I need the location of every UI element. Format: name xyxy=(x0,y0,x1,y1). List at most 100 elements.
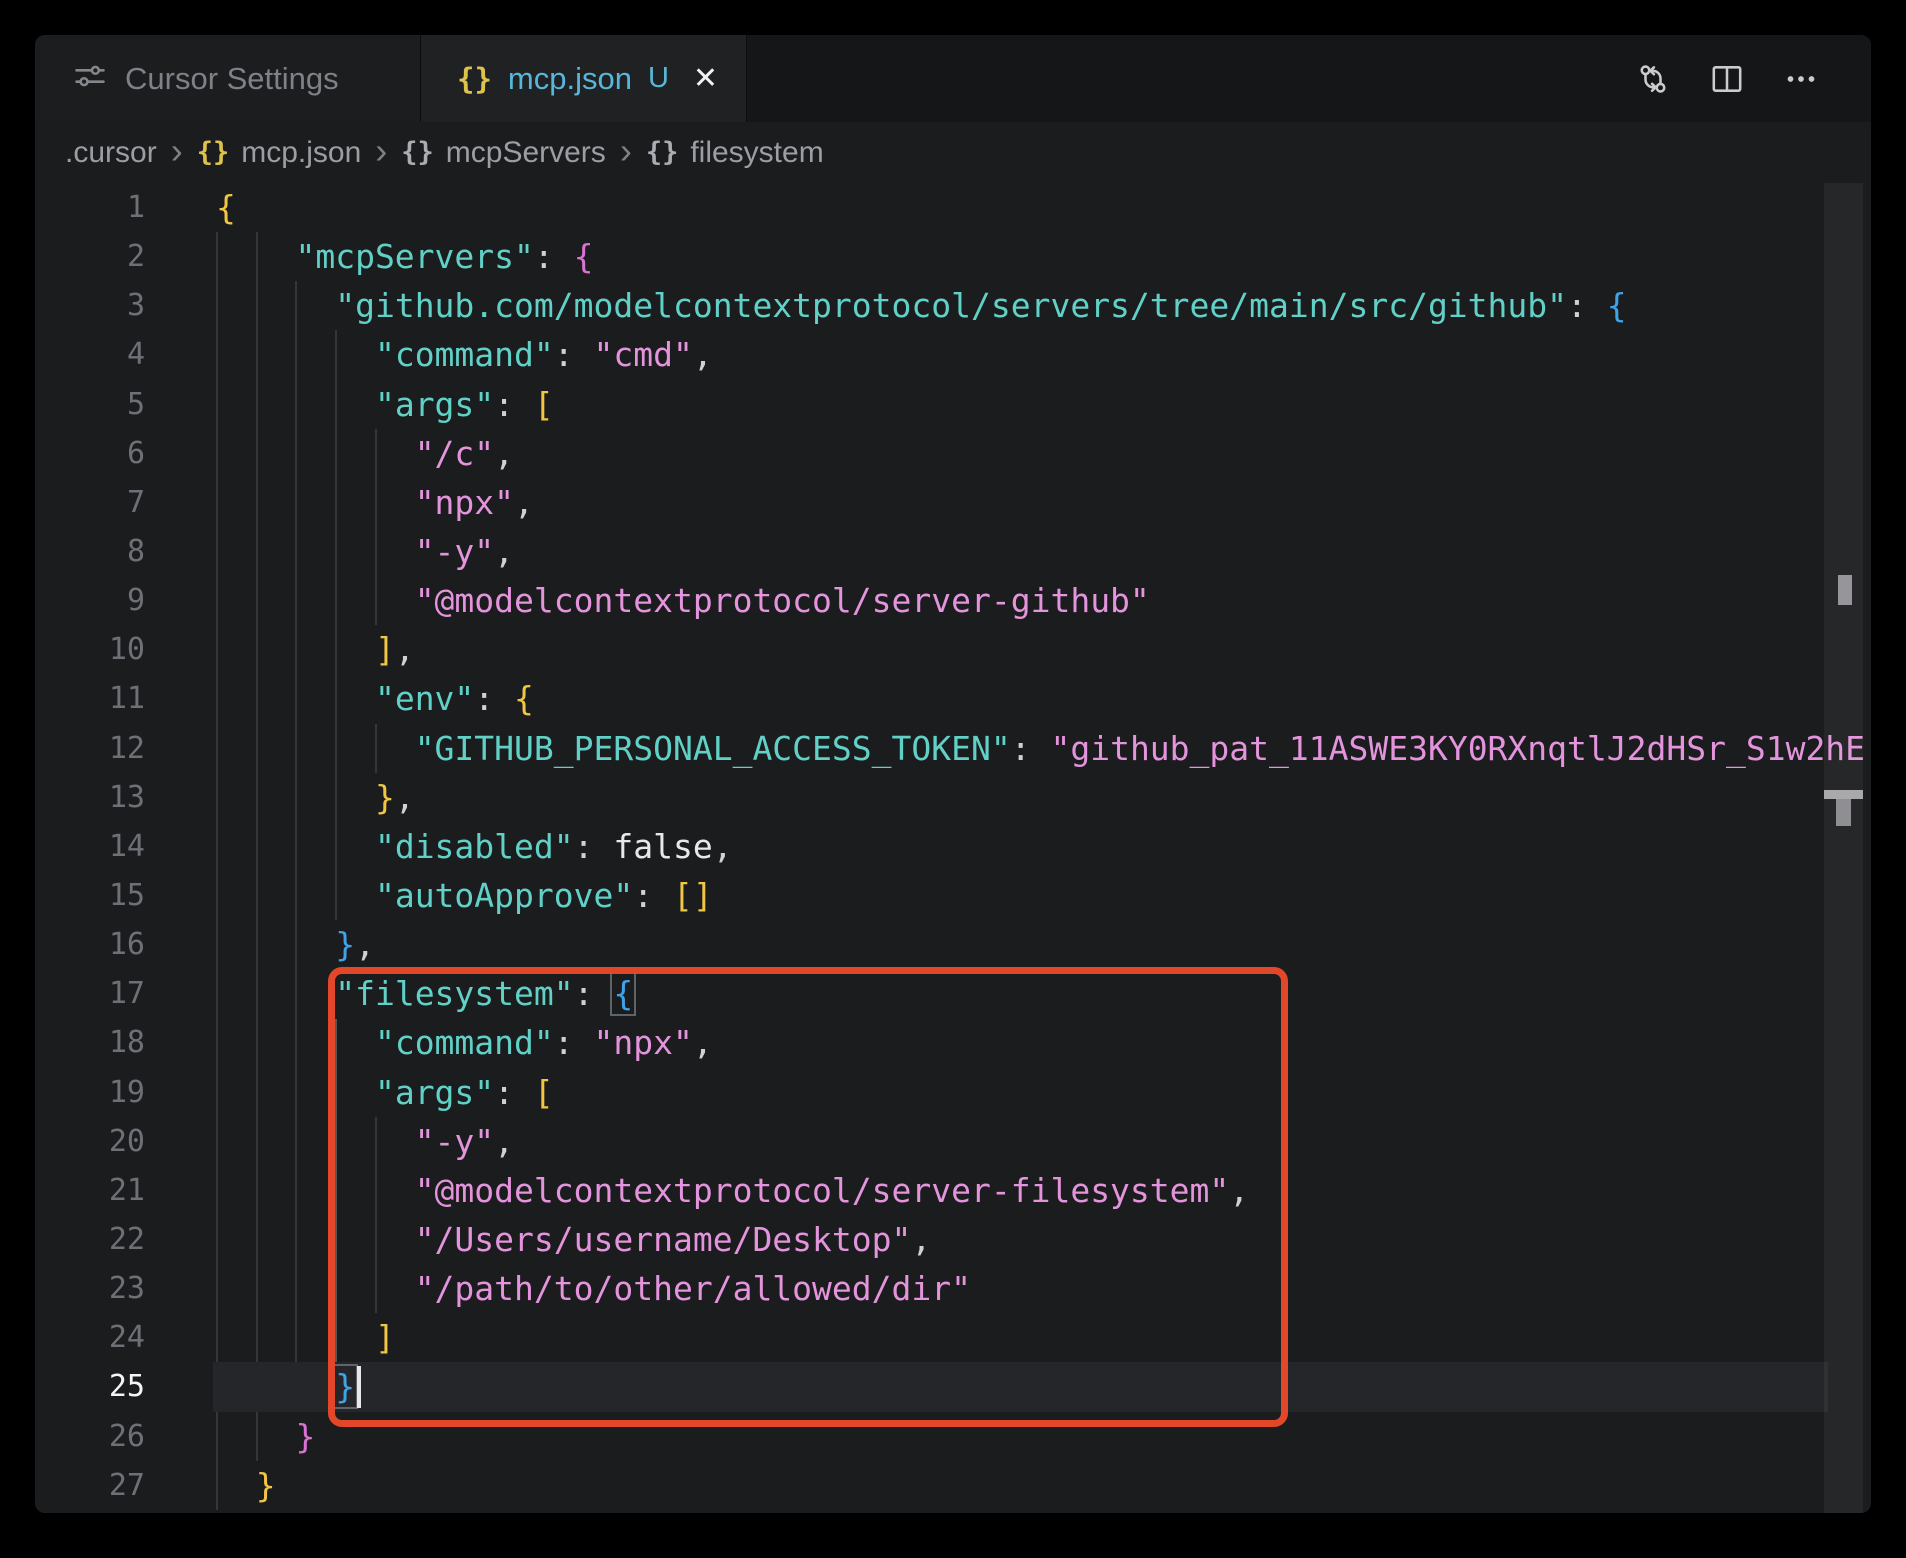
code-text: "github.com/modelcontextprotocol/servers… xyxy=(335,286,1627,326)
tab-bar: Cursor Settings {} mcp.json U ✕ xyxy=(35,35,1871,122)
code-line-16[interactable]: 16}, xyxy=(35,920,1828,969)
code-line-9[interactable]: 9 "@modelcontextprotocol/server-github" xyxy=(35,576,1828,625)
line-number[interactable]: 23 xyxy=(35,1264,145,1313)
code-line-12[interactable]: 12 "GITHUB_PERSONAL_ACCESS_TOKEN": "githu… xyxy=(35,724,1865,773)
code-line-2[interactable]: 2 "mcpServers": { xyxy=(35,232,1828,281)
line-number[interactable]: 9 xyxy=(35,576,145,625)
code-line-20[interactable]: 20 "-y", xyxy=(35,1117,1828,1166)
line-number[interactable]: 26 xyxy=(35,1412,145,1461)
code-line-8[interactable]: 8 "-y", xyxy=(35,527,1828,576)
code-text: "@modelcontextprotocol/server-github" xyxy=(414,581,1150,621)
code-line-1[interactable]: 1{ xyxy=(35,183,1828,232)
code-text: }, xyxy=(335,925,375,965)
code-line-11[interactable]: 11 "env": { xyxy=(35,674,1828,723)
code-line-15[interactable]: 15 "autoApprove": [] xyxy=(35,871,1828,920)
line-number[interactable]: 19 xyxy=(35,1068,145,1117)
code-text: } xyxy=(332,1364,359,1410)
code-line-25[interactable]: 25} xyxy=(35,1362,1828,1412)
tab-mcp-json[interactable]: {} mcp.json U ✕ xyxy=(421,35,747,122)
code-line-5[interactable]: 5 "args": [ xyxy=(35,380,1828,429)
breadcrumb-item-mcpservers[interactable]: mcpServers xyxy=(446,136,606,170)
scrollbar-mark xyxy=(1836,799,1851,826)
code-line-23[interactable]: 23 "/path/to/other/allowed/dir" xyxy=(35,1264,1828,1313)
code-line-4[interactable]: 4 "command": "cmd", xyxy=(35,330,1828,379)
line-number[interactable]: 25 xyxy=(35,1362,145,1411)
code-editor[interactable]: 1{2 "mcpServers": {3 "github.com/modelcont… xyxy=(35,183,1871,1513)
code-text: } xyxy=(295,1416,316,1456)
breadcrumb-item-filesystem[interactable]: filesystem xyxy=(690,136,823,170)
chevron-right-icon: › xyxy=(170,129,183,171)
tab-label-mcp-json: mcp.json xyxy=(507,60,632,96)
code-line-10[interactable]: 10], xyxy=(35,625,1828,674)
code-text: "filesystem": { xyxy=(335,971,637,1017)
code-line-27[interactable]: 27} xyxy=(35,1461,1828,1510)
code-text: ], xyxy=(374,630,415,670)
line-number[interactable]: 3 xyxy=(35,281,145,330)
line-number[interactable]: 27 xyxy=(35,1461,145,1510)
line-number[interactable]: 12 xyxy=(35,724,145,773)
tab-actions xyxy=(747,35,1871,122)
code-line-19[interactable]: 19 "args": [ xyxy=(35,1068,1828,1117)
object-symbol-icon: {} xyxy=(401,137,434,168)
code-line-13[interactable]: 13}, xyxy=(35,773,1828,822)
code-line-6[interactable]: 6 "/c", xyxy=(35,429,1828,478)
line-number[interactable]: 7 xyxy=(35,478,145,527)
line-number[interactable]: 24 xyxy=(35,1313,145,1362)
line-number[interactable]: 21 xyxy=(35,1166,145,1215)
breadcrumb: .cursor › {} mcp.json › {} mcpServers › … xyxy=(35,122,1871,183)
line-number[interactable]: 11 xyxy=(35,674,145,723)
code-text: "mcpServers": { xyxy=(295,237,594,277)
code-text: } xyxy=(255,1465,276,1505)
line-number[interactable]: 1 xyxy=(35,183,145,232)
line-number[interactable]: 6 xyxy=(35,429,145,478)
open-changes-icon[interactable] xyxy=(1633,59,1673,99)
line-number[interactable]: 8 xyxy=(35,527,145,576)
split-editor-icon[interactable] xyxy=(1707,59,1747,99)
code-text: }, xyxy=(374,777,415,817)
editor-window: Cursor Settings {} mcp.json U ✕ .cursor … xyxy=(35,35,1871,1513)
code-line-7[interactable]: 7 "npx", xyxy=(35,478,1828,527)
line-number[interactable]: 15 xyxy=(35,871,145,920)
code-line-21[interactable]: 21 "@modelcontextprotocol/server-filesyst… xyxy=(35,1166,1828,1215)
tab-label-cursor-settings: Cursor Settings xyxy=(125,60,339,96)
more-actions-icon[interactable] xyxy=(1781,59,1821,99)
line-number[interactable]: 18 xyxy=(35,1018,145,1067)
code-text: "args": [ xyxy=(374,1072,554,1112)
code-text: "GITHUB_PERSONAL_ACCESS_TOKEN": "github_… xyxy=(414,728,1866,768)
code-line-17[interactable]: 17 "filesystem": { xyxy=(35,969,1828,1018)
chevron-right-icon: › xyxy=(619,129,632,171)
line-number[interactable]: 5 xyxy=(35,380,145,429)
code-line-22[interactable]: 22 "/Users/username/Desktop", xyxy=(35,1215,1828,1264)
code-line-18[interactable]: 18 "command": "npx", xyxy=(35,1018,1828,1067)
code-text: { xyxy=(216,188,236,227)
code-line-24[interactable]: 24] xyxy=(35,1313,1828,1362)
line-number[interactable]: 13 xyxy=(35,773,145,822)
code-line-26[interactable]: 26} xyxy=(35,1412,1828,1461)
line-number[interactable]: 14 xyxy=(35,822,145,871)
close-tab-icon[interactable]: ✕ xyxy=(693,61,718,96)
line-number[interactable]: 17 xyxy=(35,969,145,1018)
code-line-3[interactable]: 3 "github.com/modelcontextprotocol/server… xyxy=(35,281,1828,330)
code-text: "@modelcontextprotocol/server-filesystem… xyxy=(414,1170,1250,1210)
code-text: ] xyxy=(374,1318,395,1358)
code-text: "-y", xyxy=(414,531,515,571)
text-cursor xyxy=(357,1366,361,1408)
tab-cursor-settings[interactable]: Cursor Settings xyxy=(35,35,421,122)
object-symbol-icon: {} xyxy=(645,137,679,168)
code-line-14[interactable]: 14 "disabled": false, xyxy=(35,822,1828,871)
line-number[interactable]: 22 xyxy=(35,1215,145,1264)
line-number[interactable]: 16 xyxy=(35,920,145,969)
line-number[interactable]: 10 xyxy=(35,625,145,674)
code-text: "autoApprove": [] xyxy=(374,875,713,915)
settings-sliders-icon xyxy=(73,59,107,98)
json-braces-icon: {} xyxy=(196,137,230,168)
line-number[interactable]: 2 xyxy=(35,232,145,281)
breadcrumb-item-mcp-json[interactable]: mcp.json xyxy=(241,136,361,170)
vertical-scrollbar[interactable] xyxy=(1824,183,1863,1513)
code-text: "/c", xyxy=(414,433,515,473)
line-number[interactable]: 20 xyxy=(35,1117,145,1166)
breadcrumb-item-cursor[interactable]: .cursor xyxy=(65,136,157,170)
code-text: "disabled": false, xyxy=(374,826,733,866)
line-number[interactable]: 4 xyxy=(35,330,145,379)
code-text: "npx", xyxy=(414,482,534,522)
